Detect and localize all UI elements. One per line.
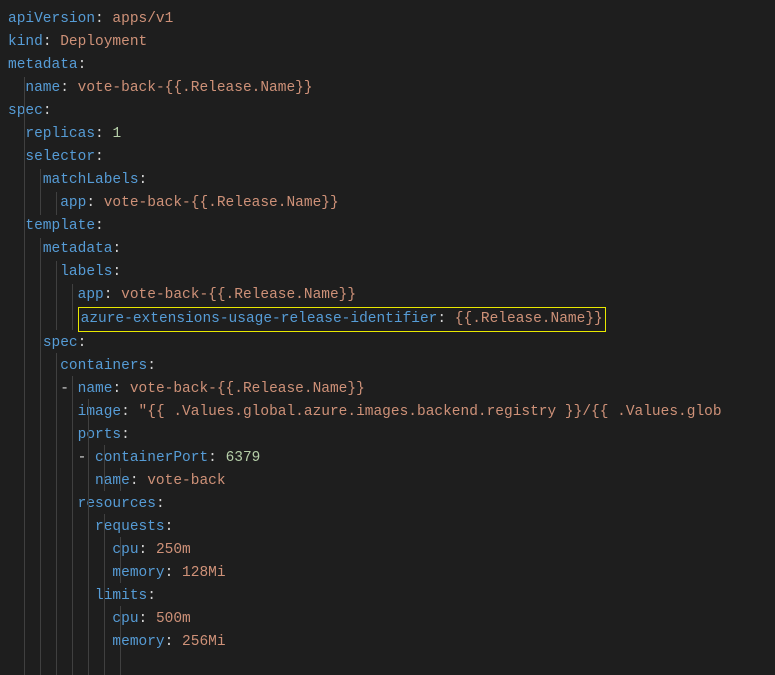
code-line-27[interactable]: cpu: 500m bbox=[0, 608, 775, 631]
code-line-6[interactable]: replicas: 1 bbox=[0, 123, 775, 146]
code-line-20[interactable]: - containerPort: 6379 bbox=[0, 447, 775, 470]
code-line-17[interactable]: - name: vote-back-{{.Release.Name}} bbox=[0, 378, 775, 401]
code-line-14-highlighted[interactable]: azure-extensions-usage-release-identifie… bbox=[0, 307, 775, 332]
code-line-9[interactable]: app: vote-back-{{.Release.Name}} bbox=[0, 192, 775, 215]
code-line-12[interactable]: labels: bbox=[0, 261, 775, 284]
code-line-28[interactable]: memory: 256Mi bbox=[0, 631, 775, 654]
code-line-26[interactable]: limits: bbox=[0, 585, 775, 608]
code-line-8[interactable]: matchLabels: bbox=[0, 169, 775, 192]
code-line-23[interactable]: requests: bbox=[0, 516, 775, 539]
code-line-1[interactable]: apiVersion: apps/v1 bbox=[0, 8, 775, 31]
code-line-22[interactable]: resources: bbox=[0, 493, 775, 516]
code-line-5[interactable]: spec: bbox=[0, 100, 775, 123]
code-line-7[interactable]: selector: bbox=[0, 146, 775, 169]
code-line-10[interactable]: template: bbox=[0, 215, 775, 238]
code-editor[interactable]: apiVersion: apps/v1 kind: Deployment met… bbox=[0, 8, 775, 654]
code-line-3[interactable]: metadata: bbox=[0, 54, 775, 77]
code-line-15[interactable]: spec: bbox=[0, 332, 775, 355]
code-line-19[interactable]: ports: bbox=[0, 424, 775, 447]
code-line-13[interactable]: app: vote-back-{{.Release.Name}} bbox=[0, 284, 775, 307]
code-line-2[interactable]: kind: Deployment bbox=[0, 31, 775, 54]
code-line-16[interactable]: containers: bbox=[0, 355, 775, 378]
code-line-21[interactable]: name: vote-back bbox=[0, 470, 775, 493]
code-line-25[interactable]: memory: 128Mi bbox=[0, 562, 775, 585]
code-line-24[interactable]: cpu: 250m bbox=[0, 539, 775, 562]
code-line-4[interactable]: name: vote-back-{{.Release.Name}} bbox=[0, 77, 775, 100]
code-line-18[interactable]: image: "{{ .Values.global.azure.images.b… bbox=[0, 401, 775, 424]
code-line-11[interactable]: metadata: bbox=[0, 238, 775, 261]
